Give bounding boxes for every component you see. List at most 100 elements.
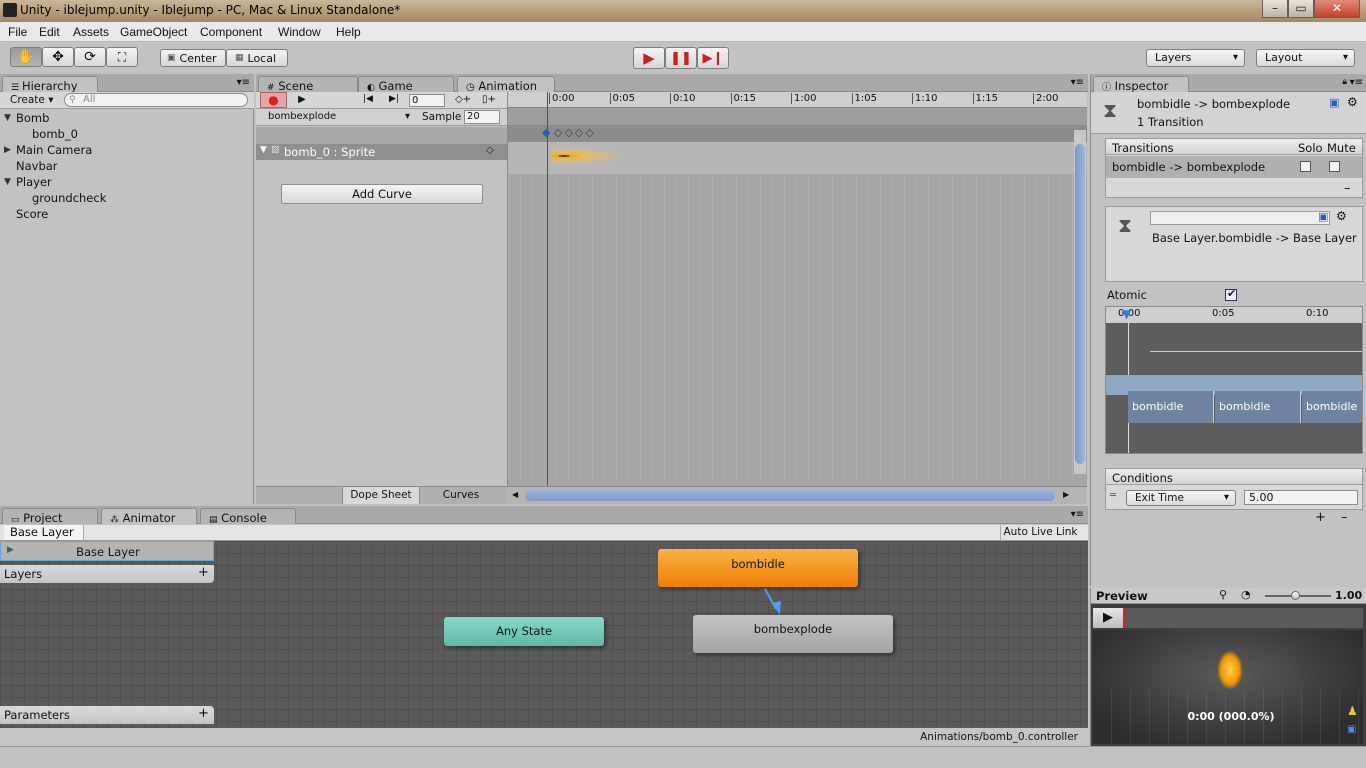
minimize-button[interactable]: – (1262, 0, 1288, 18)
vertical-scrollbar[interactable] (1074, 130, 1086, 474)
panel-menu-icon[interactable]: ▾≡ (237, 77, 250, 88)
record-button[interactable]: ● (260, 92, 287, 108)
playhead[interactable] (547, 92, 548, 486)
mute-checkbox[interactable] (1329, 161, 1340, 172)
property-row[interactable]: ▼ ▨ bomb_0 : Sprite ◇ (256, 144, 507, 160)
preview-play-button[interactable]: ▶ (1093, 608, 1125, 628)
transition-name-input[interactable] (1150, 211, 1330, 225)
hierarchy-item[interactable]: ▼ Bomb (0, 110, 254, 126)
preview-timeline[interactable]: ▶ (1093, 608, 1363, 628)
prev-key-button[interactable]: |◀ (356, 92, 380, 108)
dope-sheet-tab[interactable]: Dope Sheet (342, 487, 420, 504)
tab-inspector[interactable]: ⓘ Inspector (1093, 76, 1189, 93)
layers-dropdown[interactable]: Layers (1146, 49, 1245, 67)
any-state-node[interactable]: Any State (444, 617, 604, 646)
play-button[interactable]: ▶ (633, 47, 665, 69)
panel-menu-icon[interactable]: ▾≡ (1350, 77, 1363, 88)
keyframe-diamond-icon[interactable]: ◇ (486, 145, 494, 156)
hierarchy-search-input[interactable]: ⚲ All (64, 93, 248, 107)
solo-checkbox[interactable] (1300, 161, 1311, 172)
menu-assets[interactable]: Assets (73, 25, 109, 39)
speed-slider-handle[interactable] (1291, 591, 1300, 600)
drag-handle-icon[interactable]: ═ (1110, 490, 1116, 501)
hierarchy-item[interactable]: ▼ Player (0, 174, 254, 190)
transition-row[interactable]: bombidle -> bombexplode (1106, 156, 1362, 178)
help-book-icon[interactable]: ▣ (1318, 210, 1328, 223)
transition-marker-icon[interactable]: ▼ (1122, 307, 1131, 321)
horizontal-scroll-thumb[interactable] (525, 490, 1055, 501)
scroll-right-icon[interactable]: ▶ (1063, 490, 1069, 499)
next-key-button[interactable]: ▶| (382, 92, 406, 108)
pause-button[interactable]: ❚❚ (665, 47, 697, 69)
create-dropdown[interactable]: Create ▾ (4, 92, 54, 108)
help-book-icon[interactable]: ▣ (1329, 96, 1339, 109)
horizontal-scrollbar[interactable]: ◀ ▶ (507, 486, 1087, 504)
close-window-button[interactable]: ✕ (1314, 0, 1360, 18)
dope-sheet-area[interactable]: 0:00 0:05 0:10 0:15 1:00 1:05 1:10 1:15 2:00 ◆ ◇… (507, 92, 1087, 486)
menu-help[interactable]: Help (336, 25, 361, 39)
hierarchy-item[interactable]: bomb_0 (0, 126, 254, 142)
frame-input[interactable]: 0 (409, 94, 445, 107)
expand-arrow-icon[interactable]: ▼ (4, 174, 11, 190)
menu-gameobject[interactable]: GameObject (120, 25, 187, 39)
transition-timeline[interactable]: 0:00 0:05 0:10 ▼ bombidle bombidle bombi… (1105, 306, 1363, 454)
pivot-center-button[interactable]: ▣ Center (160, 49, 226, 67)
tab-game[interactable]: ◐ Game (358, 76, 454, 93)
hierarchy-item[interactable]: Score (0, 206, 254, 222)
add-event-button[interactable]: ▯+ (478, 92, 500, 108)
remove-condition-button[interactable]: – (1341, 510, 1348, 525)
hierarchy-item[interactable]: ▶ Main Camera (0, 142, 254, 158)
breadcrumb[interactable]: Base Layer (4, 525, 84, 540)
lock-icon[interactable]: 🔒︎ (1342, 77, 1347, 87)
menu-component[interactable]: Component (200, 25, 262, 39)
move-tool-button[interactable]: ✥ (42, 47, 74, 67)
scroll-left-icon[interactable]: ◀ (512, 490, 518, 499)
preview-viewport[interactable]: 0:00 (000.0%) ♟ ▣ (1093, 630, 1363, 744)
remove-transition-button[interactable]: – (1344, 181, 1351, 196)
expand-arrow-icon[interactable]: ▼ (4, 110, 11, 126)
maximize-button[interactable]: ▭ (1288, 0, 1314, 18)
avatar-figure-icon[interactable]: ♟ (1347, 704, 1358, 718)
hierarchy-item[interactable]: Navbar (0, 158, 254, 174)
add-keyframe-button[interactable]: ◇+ (452, 92, 474, 108)
menu-file[interactable]: File (8, 25, 27, 39)
transition-arrow[interactable] (760, 587, 784, 617)
rotate-tool-button[interactable]: ⟳ (74, 47, 106, 67)
panel-menu-icon[interactable]: ▾≡ (1071, 509, 1084, 520)
add-layer-button[interactable]: + (198, 565, 209, 580)
clip-dropdown[interactable]: bombexplode (262, 109, 416, 125)
anim-play-button[interactable]: ▶ (290, 92, 314, 108)
tab-animator[interactable]: ⁂ Animator (101, 508, 197, 525)
condition-parameter-dropdown[interactable]: Exit Time (1126, 490, 1236, 506)
layout-dropdown[interactable]: Layout (1256, 49, 1355, 67)
tab-animation[interactable]: ◷ Animation (457, 76, 555, 93)
gear-icon[interactable]: ⚙ (1347, 95, 1358, 109)
menu-edit[interactable]: Edit (39, 25, 60, 39)
tab-hierarchy[interactable]: ☰ Hierarchy (2, 76, 98, 93)
tab-project[interactable]: ▭ Project (2, 508, 98, 525)
tab-console[interactable]: ▤ Console (200, 508, 296, 525)
add-parameter-button[interactable]: + (198, 706, 209, 721)
state-node-default[interactable]: bombidle (658, 549, 858, 587)
auto-live-link-toggle[interactable]: Auto Live Link (1000, 525, 1080, 540)
layer-item-base[interactable]: ▶ Base Layer (0, 541, 214, 561)
sprite-keyframes-thumbnail[interactable] (552, 148, 622, 164)
hierarchy-item[interactable]: groundcheck (0, 190, 254, 206)
pivot-toggle-icon[interactable]: ⚲ (1219, 588, 1227, 601)
atomic-checkbox[interactable]: ✔ (1225, 287, 1237, 301)
curves-tab[interactable]: Curves (422, 487, 500, 504)
pivot-local-button[interactable]: ▦ Local (226, 49, 288, 67)
view-mode-icon[interactable]: ▣ (1347, 724, 1356, 735)
animator-graph[interactable]: ▶ Base Layer Layers + Parameters + bombi… (0, 541, 1088, 728)
gear-icon[interactable]: ⚙ (1336, 209, 1347, 223)
summary-keyframes-icon[interactable]: ◇◇◇◇ (554, 126, 596, 139)
state-node[interactable]: bombexplode (693, 615, 893, 653)
tab-scene[interactable]: # Scene (258, 76, 358, 93)
vertical-scroll-thumb[interactable] (1075, 144, 1085, 464)
hand-tool-button[interactable]: ✋ (10, 47, 42, 67)
expand-arrow-icon[interactable]: ▶ (4, 142, 11, 158)
panel-menu-icon[interactable]: ▾≡ (1071, 77, 1084, 88)
scale-tool-button[interactable]: ⛶ (106, 47, 138, 67)
add-curve-button[interactable]: Add Curve (281, 184, 483, 204)
sample-input[interactable]: 20 (464, 110, 500, 124)
